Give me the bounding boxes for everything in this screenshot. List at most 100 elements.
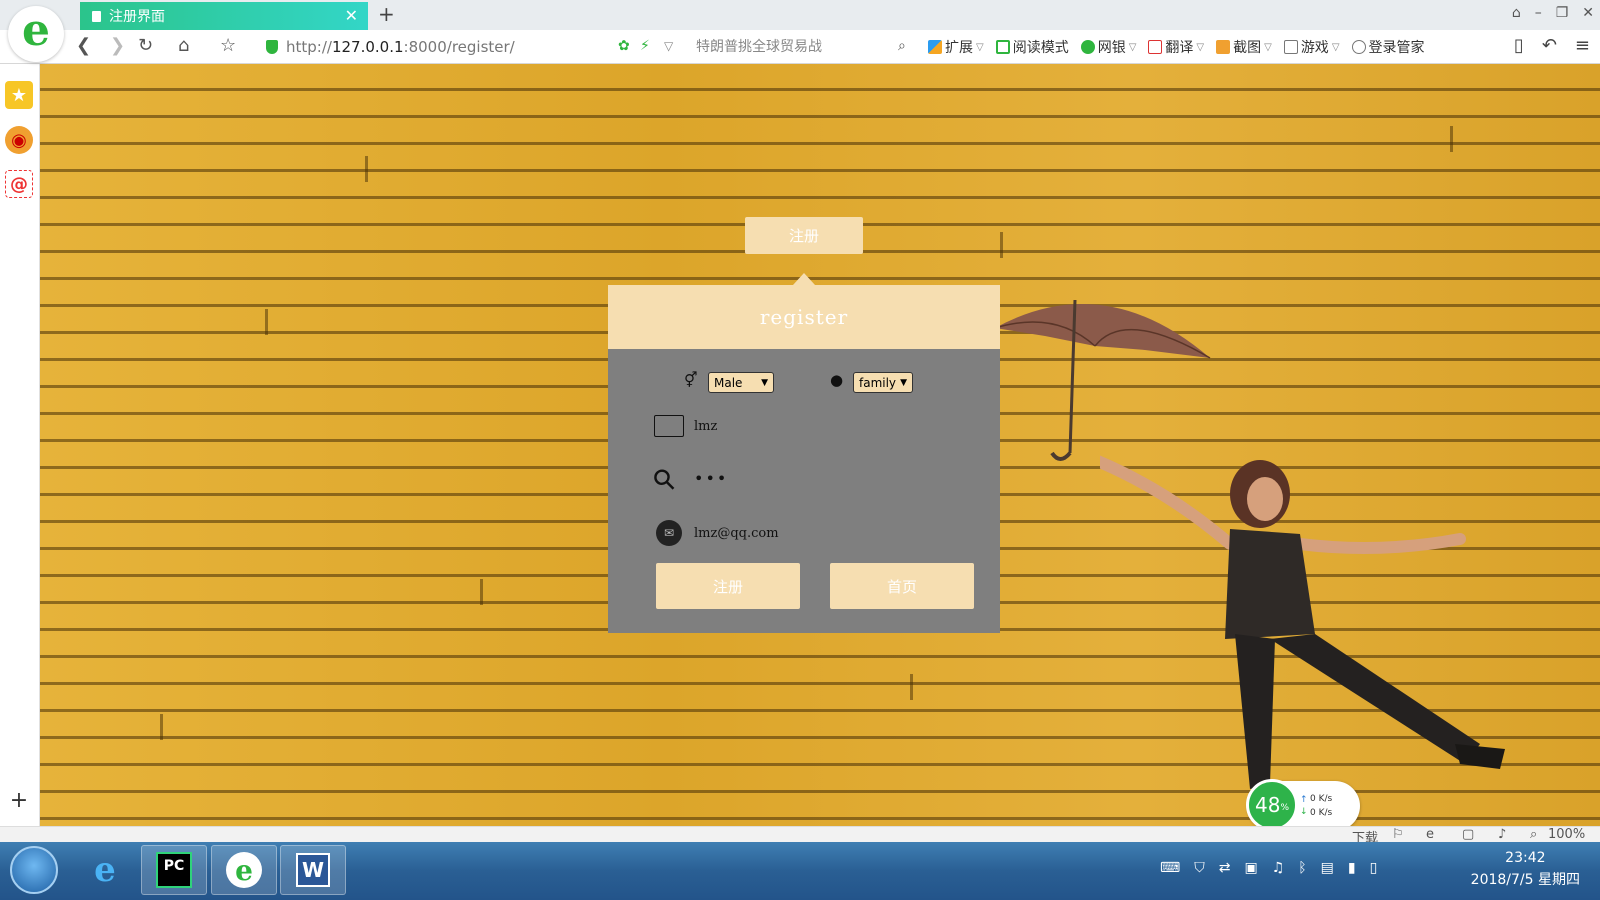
- screenshot-icon: [1216, 40, 1231, 54]
- security-shield-icon[interactable]: ⛉: [1194, 860, 1205, 876]
- volume-icon[interactable]: ♪: [1498, 827, 1506, 842]
- password-field[interactable]: •••: [694, 469, 728, 488]
- clock[interactable]: 23:42 2018/7/5 星期四: [1471, 847, 1580, 891]
- games-button[interactable]: 游戏 ▽: [1283, 37, 1340, 57]
- wall-seam: [1450, 126, 1453, 152]
- page-content: 注册 register ⚥ Male ▼ ● family ▼ lmz ⚲ ••• …: [40, 64, 1600, 826]
- address-dropdown-icon[interactable]: ▽: [664, 39, 673, 53]
- keyboard-icon[interactable]: ⌨: [1160, 860, 1180, 876]
- wall-seam: [910, 674, 913, 700]
- compat-mode-icon[interactable]: ✿: [618, 38, 630, 54]
- bluetooth-icon[interactable]: ᛒ: [1298, 860, 1306, 876]
- reading-list-icon[interactable]: ▯: [1514, 35, 1524, 56]
- email-field[interactable]: lmz@qq.com: [694, 526, 779, 541]
- email-icon[interactable]: @: [5, 170, 33, 198]
- network-icon[interactable]: ⇄: [1219, 860, 1231, 876]
- gender-icon: ⚥: [684, 371, 698, 389]
- woman-image: [1100, 455, 1505, 789]
- favorites-star-icon[interactable]: ★: [5, 81, 33, 109]
- pycharm-icon[interactable]: PC: [141, 845, 207, 895]
- back-icon[interactable]: ❮: [76, 35, 91, 56]
- skin-icon[interactable]: ⌂: [1512, 5, 1521, 21]
- usb-device-icon[interactable]: ▣: [1244, 860, 1257, 876]
- system-tray: ⌨ ⛉ ⇄ ▣ ♫ ᛒ ▤ ▮ ▯: [1160, 860, 1377, 876]
- login-manager-button[interactable]: 登录管家: [1351, 37, 1425, 57]
- reading-mode-button[interactable]: 阅读模式: [995, 37, 1069, 57]
- forward-icon[interactable]: ❯: [110, 35, 125, 56]
- bank-shield-icon: [1080, 40, 1095, 54]
- search-input[interactable]: 特朗普挑全球贸易战: [696, 35, 906, 59]
- reading-mode-icon: [995, 40, 1010, 54]
- translate-icon: [1148, 40, 1163, 54]
- search-icon[interactable]: ⌕: [898, 38, 906, 54]
- extensions-icon: [928, 40, 942, 54]
- sidebar-add-button[interactable]: +: [5, 786, 33, 814]
- sidebar: ★ ◉ @ +: [0, 64, 40, 842]
- browser-logo-icon: e: [22, 5, 50, 56]
- close-window-button[interactable]: ✕: [1582, 5, 1594, 21]
- wall-seam: [1000, 232, 1003, 258]
- home-button[interactable]: 首页: [830, 563, 974, 609]
- upload-arrow-icon: ↑: [1300, 795, 1308, 805]
- register-submit-button[interactable]: 注册: [656, 563, 800, 609]
- gamepad-icon: [1283, 40, 1298, 54]
- register-tab[interactable]: 注册: [745, 217, 863, 254]
- internet-explorer-icon[interactable]: e: [72, 845, 138, 895]
- bookmark-star-icon[interactable]: ☆: [220, 35, 236, 56]
- battery-icon[interactable]: ▯: [1370, 860, 1378, 876]
- address-bar[interactable]: http://127.0.0.1:8000/register/: [258, 35, 668, 59]
- umbrella-image: [995, 299, 1211, 461]
- start-button[interactable]: [10, 846, 58, 894]
- speed-mode-icon[interactable]: ⚡: [640, 38, 650, 54]
- navigation-bar: ❮ ❯ ↻ ⌂ ☆ http://127.0.0.1:8000/register…: [0, 30, 1600, 64]
- network-speed-widget[interactable]: 48% ↑ 0 K/s ↓ 0 K/s: [1246, 779, 1360, 831]
- clock-date: 2018/7/5 星期四: [1470, 872, 1580, 888]
- secure-shield-icon: [266, 40, 278, 54]
- user-icon: ●: [830, 371, 844, 389]
- window-icon[interactable]: ▢: [1462, 827, 1474, 842]
- word-icon[interactable]: W: [280, 845, 346, 895]
- undo-close-icon[interactable]: ↶: [1542, 35, 1557, 56]
- wall-seam: [365, 156, 368, 182]
- reload-icon[interactable]: ↻: [138, 35, 153, 56]
- display-icon[interactable]: ▤: [1321, 860, 1334, 876]
- document-icon: [92, 10, 101, 22]
- tab-bar: 注册界面 ✕ + ⌂ – ❐ ✕: [0, 0, 1600, 30]
- download-arrow-icon: ↓: [1300, 807, 1308, 817]
- id-card-icon: [654, 415, 684, 437]
- tab-register[interactable]: 注册界面 ✕: [80, 2, 368, 30]
- window-controls: ⌂ – ❐ ✕: [1512, 5, 1594, 21]
- wall-seam: [160, 714, 163, 740]
- restore-button[interactable]: ❐: [1556, 5, 1569, 21]
- 360-browser-icon[interactable]: e: [211, 845, 277, 895]
- flag-icon[interactable]: ⚐: [1392, 827, 1404, 842]
- minimize-button[interactable]: –: [1535, 5, 1542, 21]
- zoom-icon[interactable]: ⌕: [1530, 827, 1537, 842]
- gender-select[interactable]: Male ▼: [708, 372, 774, 393]
- username-field[interactable]: lmz: [694, 419, 717, 434]
- signal-icon[interactable]: ▮: [1348, 860, 1356, 876]
- windows-taskbar: e PC e W ⌨ ⛉ ⇄ ▣ ♫ ᛒ ▤ ▮ ▯ 23:42 2018/7/…: [0, 842, 1600, 900]
- mute-icon[interactable]: ♫: [1272, 860, 1285, 876]
- upload-speed: 0 K/s: [1310, 794, 1333, 804]
- zoom-level[interactable]: 100%: [1548, 827, 1585, 842]
- browser-logo[interactable]: e: [8, 6, 64, 62]
- home-icon[interactable]: ⌂: [178, 35, 189, 56]
- tab-close-icon[interactable]: ✕: [345, 6, 358, 25]
- online-bank-button[interactable]: 网银 ▽: [1080, 37, 1136, 57]
- url-path: :8000/register/: [403, 38, 515, 56]
- url-host: 127.0.0.1: [331, 38, 404, 56]
- weibo-icon[interactable]: ◉: [5, 126, 33, 154]
- key-search-icon: [1351, 40, 1366, 54]
- role-select[interactable]: family ▼: [853, 372, 913, 393]
- download-speed: 0 K/s: [1310, 808, 1333, 818]
- ie-mode-icon[interactable]: e: [1426, 827, 1434, 842]
- translate-button[interactable]: 翻译 ▽: [1148, 37, 1204, 57]
- key-icon: ⚲: [645, 460, 684, 499]
- new-tab-button[interactable]: +: [378, 2, 395, 26]
- envelope-icon: ✉: [656, 520, 682, 546]
- url-scheme: http://: [286, 38, 332, 56]
- screenshot-button[interactable]: 截图 ▽: [1216, 37, 1272, 57]
- menu-icon[interactable]: ≡: [1575, 35, 1590, 56]
- extensions-button[interactable]: 扩展 ▽: [928, 37, 984, 57]
